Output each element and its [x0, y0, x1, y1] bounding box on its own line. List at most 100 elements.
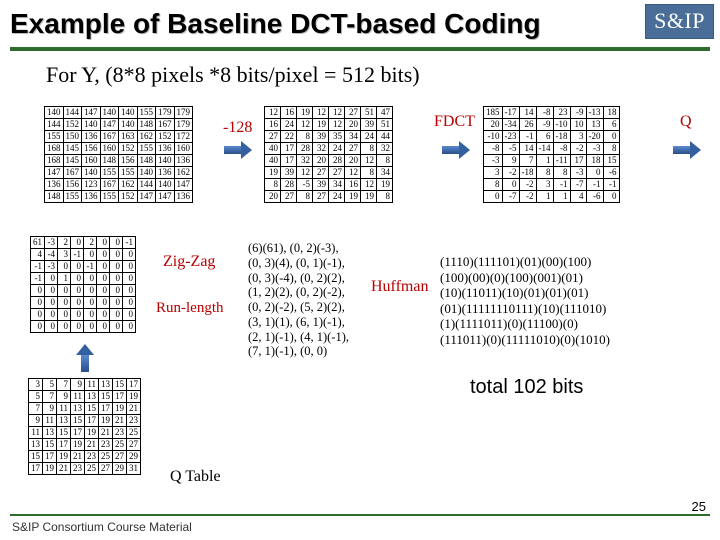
matrix-cell: -1: [603, 179, 619, 191]
matrix-cell: 0: [31, 285, 45, 297]
matrix-cell: -6: [586, 191, 603, 203]
matrix-cell: 0: [123, 249, 136, 261]
matrix-cell: 136: [156, 143, 175, 155]
matrix-cell: 27: [313, 191, 329, 203]
matrix-cell: 0: [71, 309, 84, 321]
matrix-cell: 0: [58, 321, 71, 333]
matrix-cell: 21: [127, 403, 141, 415]
matrix-cell: 155: [100, 191, 119, 203]
matrix-cell: 136: [174, 191, 193, 203]
matrix-cell: 156: [82, 143, 101, 155]
matrix-cell: 179: [156, 107, 175, 119]
matrix-cell: 23: [71, 463, 85, 475]
matrix-cell: -2: [570, 143, 586, 155]
matrix-cell: 12: [345, 167, 361, 179]
matrix-cell: 167: [63, 167, 82, 179]
matrix-cell: 23: [113, 427, 127, 439]
matrix-cell: 144: [45, 119, 64, 131]
matrix-cell: 0: [110, 261, 123, 273]
matrix-cell: -1: [31, 261, 45, 273]
matrix-cell: 11: [43, 415, 57, 427]
matrix-cell: 0: [84, 297, 97, 309]
matrix-cell: 148: [137, 155, 156, 167]
matrix-shifted: 1216191212275147162412191220395127228393…: [264, 106, 393, 203]
matrix-cell: 150: [63, 131, 82, 143]
matrix-cell: 0: [45, 321, 58, 333]
matrix-cell: 2: [84, 237, 97, 249]
matrix-cell: 0: [84, 285, 97, 297]
matrix-cell: -1: [519, 131, 536, 143]
matrix-cell: 167: [156, 119, 175, 131]
matrix-cell: -5: [502, 143, 519, 155]
matrix-cell: 21: [113, 415, 127, 427]
matrix-cell: 140: [82, 167, 101, 179]
matrix-cell: 136: [156, 167, 175, 179]
label-huffman: Huffman: [371, 278, 428, 296]
matrix-qtable: 3579111315175791113151719791113151719219…: [28, 378, 141, 475]
matrix-cell: -6: [603, 167, 619, 179]
matrix-cell: -3: [570, 167, 586, 179]
matrix-cell: 5: [43, 379, 57, 391]
matrix-cell: 34: [377, 167, 393, 179]
matrix-cell: 7: [519, 155, 536, 167]
matrix-cell: 19: [99, 415, 113, 427]
footer-text: S&IP Consortium Course Material: [12, 520, 192, 534]
matrix-cell: 140: [156, 155, 175, 167]
matrix-cell: 32: [313, 143, 329, 155]
matrix-cell: 148: [45, 191, 64, 203]
matrix-cell: 0: [45, 273, 58, 285]
matrix-source: 1401441471401401551791791441521401471401…: [44, 106, 193, 203]
matrix-cell: -8: [484, 143, 503, 155]
matrix-cell: 22: [281, 131, 297, 143]
matrix-cell: 23: [99, 439, 113, 451]
matrix-cell: 51: [361, 107, 377, 119]
matrix-cell: 8: [265, 179, 281, 191]
matrix-cell: 28: [297, 143, 313, 155]
matrix-cell: 6: [536, 131, 553, 143]
matrix-cell: 3: [570, 131, 586, 143]
matrix-cell: 3: [29, 379, 43, 391]
matrix-cell: 0: [84, 273, 97, 285]
matrix-cell: 0: [97, 321, 110, 333]
matrix-cell: 167: [100, 131, 119, 143]
label-fdct: FDCT: [434, 113, 475, 131]
huffman-output: (1110)(111101)(01)(00)(100) (100)(00)(0)…: [440, 254, 610, 348]
matrix-cell: 0: [123, 309, 136, 321]
matrix-cell: 3: [536, 179, 553, 191]
matrix-cell: 5: [29, 391, 43, 403]
matrix-cell: 0: [58, 297, 71, 309]
matrix-cell: 16: [345, 179, 361, 191]
matrix-cell: 12: [297, 167, 313, 179]
matrix-cell: 0: [71, 297, 84, 309]
matrix-cell: 21: [85, 439, 99, 451]
matrix-cell: 15: [113, 379, 127, 391]
matrix-cell: 13: [71, 403, 85, 415]
matrix-cell: 15: [43, 439, 57, 451]
matrix-cell: 47: [377, 107, 393, 119]
matrix-cell: -3: [484, 155, 503, 167]
matrix-cell: 8: [297, 131, 313, 143]
matrix-cell: 0: [123, 297, 136, 309]
matrix-cell: 39: [313, 131, 329, 143]
matrix-cell: 17: [127, 379, 141, 391]
matrix-cell: 172: [174, 131, 193, 143]
matrix-cell: -23: [502, 131, 519, 143]
matrix-cell: 147: [100, 119, 119, 131]
matrix-cell: 0: [71, 285, 84, 297]
matrix-cell: 1: [536, 191, 553, 203]
matrix-cell: 168: [45, 155, 64, 167]
matrix-cell: 163: [119, 131, 138, 143]
matrix-cell: 40: [265, 155, 281, 167]
matrix-cell: 140: [45, 107, 64, 119]
matrix-cell: 27: [99, 463, 113, 475]
matrix-cell: 13: [43, 427, 57, 439]
matrix-cell: 8: [484, 179, 503, 191]
matrix-cell: 0: [58, 261, 71, 273]
matrix-cell: 24: [329, 191, 345, 203]
matrix-cell: 145: [63, 143, 82, 155]
matrix-cell: 136: [82, 191, 101, 203]
matrix-quantized: 61-320200-14-43-10000-1-300-1000-1010000…: [30, 236, 136, 333]
matrix-cell: 18: [586, 155, 603, 167]
matrix-cell: 0: [110, 249, 123, 261]
matrix-cell: 44: [377, 131, 393, 143]
